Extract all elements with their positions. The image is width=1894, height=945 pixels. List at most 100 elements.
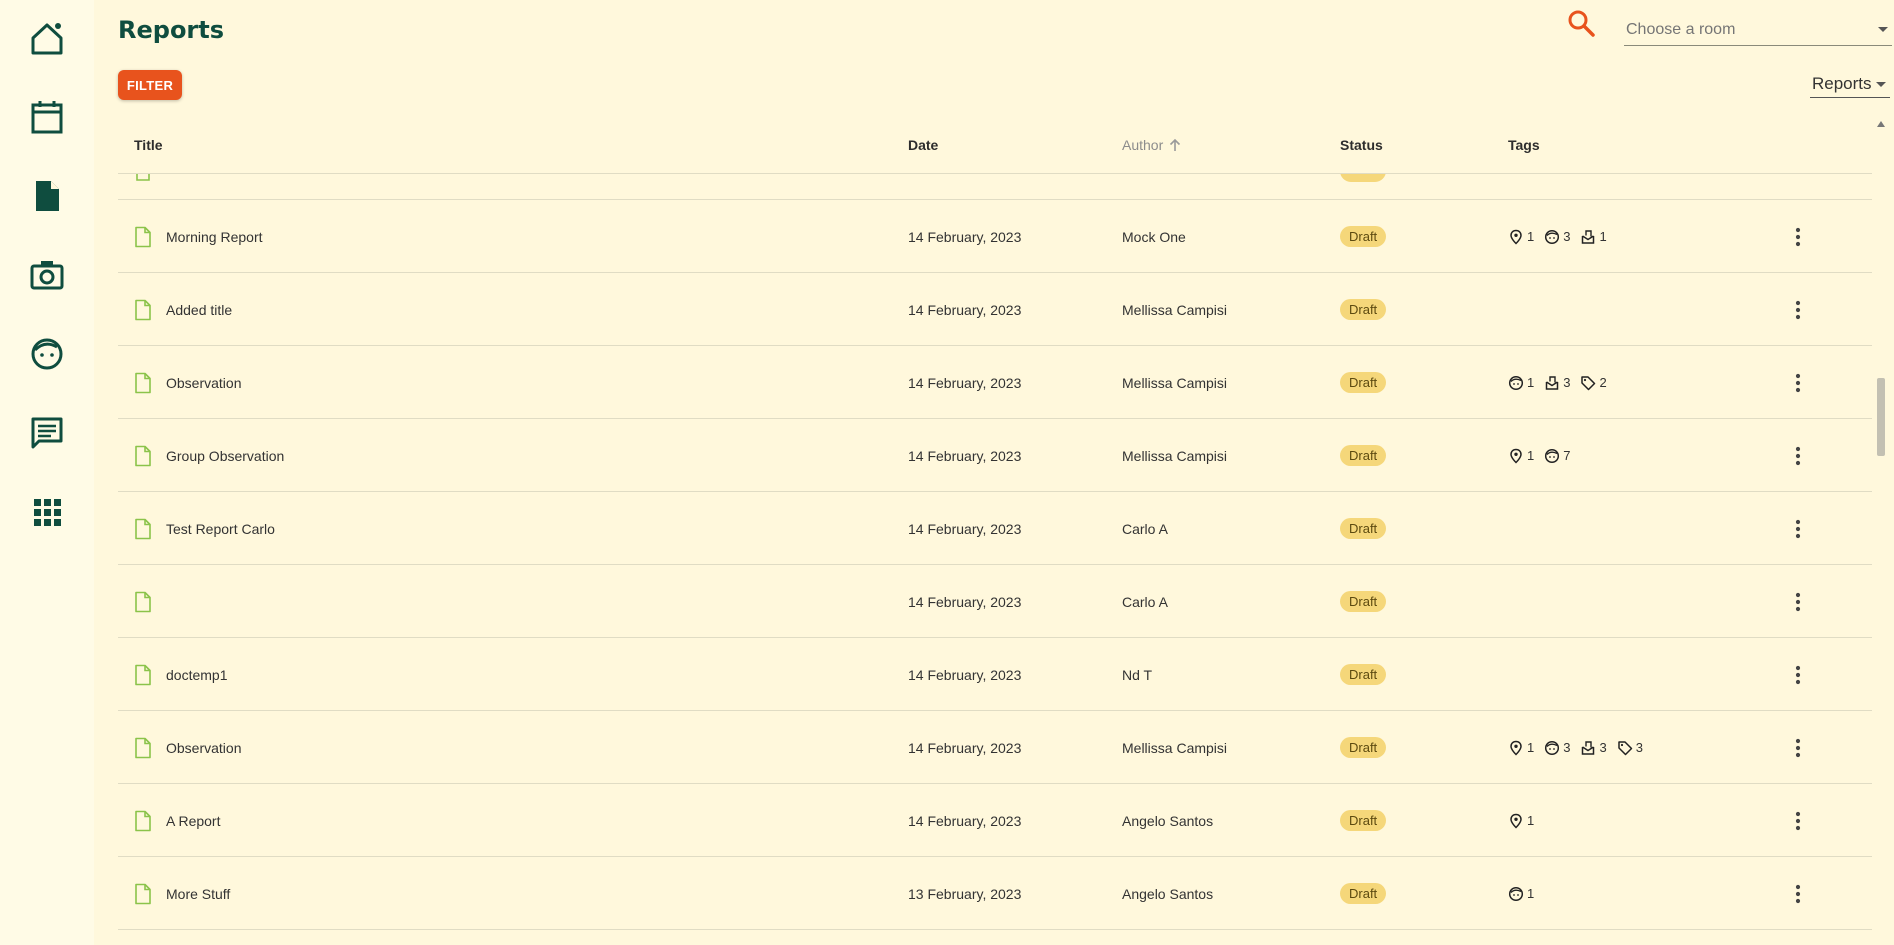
- row-title[interactable]: doctemp1: [166, 638, 227, 711]
- apps-grid-icon: [34, 499, 61, 526]
- row-more-button[interactable]: [1782, 492, 1814, 565]
- scroll-up-arrow-icon[interactable]: [1877, 121, 1885, 127]
- child-icon: [1508, 886, 1524, 901]
- row-more-button[interactable]: [1782, 273, 1814, 346]
- tag-count: 1: [1508, 375, 1534, 391]
- view-select-value: Reports: [1812, 73, 1872, 93]
- tag-count-value: 3: [1563, 229, 1571, 244]
- row-tags: 1: [1508, 857, 1534, 930]
- column-header-title[interactable]: Title: [134, 137, 163, 153]
- tag-count: 3: [1544, 375, 1570, 391]
- table-row[interactable]: Observation 14 February, 2023 Mellissa C…: [118, 346, 1872, 419]
- sidebar-item-children[interactable]: [21, 328, 73, 380]
- sidebar-item-messages[interactable]: [21, 407, 73, 459]
- row-more-button[interactable]: [1782, 857, 1814, 930]
- document-icon: [36, 181, 59, 211]
- row-more-button[interactable]: [1782, 419, 1814, 492]
- row-title[interactable]: Morning Report: [166, 200, 263, 273]
- sidebar: [0, 0, 94, 945]
- row-doc-icon-cell: [134, 857, 152, 930]
- scrollbar[interactable]: [1874, 118, 1888, 945]
- tag-count: 1: [1508, 448, 1534, 464]
- row-author: Carlo A: [1122, 520, 1168, 537]
- sidebar-item-documents[interactable]: [21, 170, 73, 222]
- sidebar-item-apps[interactable]: [21, 486, 73, 538]
- row-more-button[interactable]: [1782, 711, 1814, 784]
- learning-icon: [1582, 229, 1595, 244]
- table-row[interactable]: More Stuff 13 February, 2023 Angelo Sant…: [118, 857, 1872, 930]
- table-row[interactable]: A Report 14 February, 2023 Angelo Santos…: [118, 784, 1872, 857]
- tag-count: 3: [1544, 229, 1570, 245]
- row-date: 14 February, 2023: [908, 520, 1022, 537]
- tag-count-value: 3: [1563, 740, 1571, 755]
- column-header-tags[interactable]: Tags: [1508, 137, 1540, 153]
- status-badge: Draft: [1340, 518, 1387, 539]
- row-title[interactable]: More Stuff: [166, 857, 230, 930]
- row-date: 14 February, 2023: [908, 739, 1022, 756]
- row-title[interactable]: A Report: [166, 784, 220, 857]
- row-more-button[interactable]: [1782, 565, 1814, 638]
- sidebar-item-calendar[interactable]: [21, 91, 73, 143]
- row-more-button[interactable]: [1782, 784, 1814, 857]
- scroll-thumb[interactable]: [1877, 378, 1885, 456]
- table-row-partial[interactable]: [118, 168, 1872, 200]
- row-doc-icon-cell: [134, 346, 152, 419]
- tag-count: 2: [1580, 375, 1607, 391]
- table-header: Title Date Author Status Tags: [118, 118, 1872, 174]
- search-button[interactable]: [1564, 6, 1598, 40]
- tag-count-value: 1: [1527, 813, 1535, 828]
- document-outline-icon: [136, 174, 150, 181]
- status-badge: Draft: [1340, 664, 1387, 685]
- row-title[interactable]: Group Observation: [166, 419, 284, 492]
- row-title[interactable]: Observation: [166, 711, 241, 784]
- table-row[interactable]: Test Report Carlo 14 February, 2023 Carl…: [118, 492, 1872, 565]
- column-header-author[interactable]: Author: [1122, 137, 1181, 153]
- table-row[interactable]: 14 February, 2023 Carlo A Draft: [118, 565, 1872, 638]
- row-tags: 1 3 1: [1508, 200, 1607, 273]
- more-vertical-icon: [1795, 884, 1801, 903]
- row-title[interactable]: Added title: [166, 273, 232, 346]
- row-more-button[interactable]: [1782, 346, 1814, 419]
- camera-icon: [30, 261, 64, 290]
- room-select[interactable]: Choose a room: [1624, 14, 1892, 46]
- row-more-button[interactable]: [1782, 200, 1814, 273]
- chevron-down-icon: [1876, 82, 1886, 87]
- calendar-icon: [31, 101, 63, 134]
- table-row[interactable]: Observation 14 February, 2023 Mellissa C…: [118, 711, 1872, 784]
- column-header-author-label: Author: [1122, 137, 1164, 153]
- more-vertical-icon: [1795, 373, 1801, 392]
- table-row[interactable]: doctemp1 14 February, 2023 Nd T Draft: [118, 638, 1872, 711]
- row-author: Carlo A: [1122, 593, 1168, 610]
- tag-count: 3: [1544, 740, 1570, 756]
- learning-icon: [1545, 375, 1559, 390]
- tag-count-value: 1: [1527, 740, 1535, 755]
- view-select[interactable]: Reports: [1810, 70, 1890, 98]
- status-badge: Draft: [1340, 445, 1387, 466]
- column-header-status[interactable]: Status: [1340, 137, 1383, 153]
- location-icon: [1510, 448, 1522, 464]
- row-author: Mock One: [1122, 228, 1186, 245]
- search-icon: [1568, 10, 1595, 37]
- chevron-down-icon: [1878, 27, 1888, 32]
- sort-ascending-icon: [1170, 138, 1181, 151]
- row-status-cell: Draft: [1340, 419, 1387, 492]
- row-tags: 17: [1508, 419, 1570, 492]
- table-row[interactable]: Added title 14 February, 2023 Mellissa C…: [118, 273, 1872, 346]
- table-row[interactable]: Group Observation 14 February, 2023 Mell…: [118, 419, 1872, 492]
- sidebar-item-home[interactable]: [21, 12, 73, 64]
- child-icon: [1545, 740, 1560, 755]
- filter-button[interactable]: FILTER: [118, 70, 182, 100]
- tag-count-value: 2: [1599, 375, 1607, 390]
- column-header-date[interactable]: Date: [908, 137, 938, 153]
- table-row[interactable]: Morning Report 14 February, 2023 Mock On…: [118, 200, 1872, 273]
- row-more-button[interactable]: [1782, 638, 1814, 711]
- row-title[interactable]: Observation: [166, 346, 241, 419]
- document-outline-icon: [135, 445, 151, 466]
- more-vertical-icon: [1795, 665, 1801, 684]
- row-status-cell: Draft: [1340, 784, 1387, 857]
- status-badge: Draft: [1340, 226, 1387, 247]
- row-status-cell: Draft: [1340, 200, 1387, 273]
- sidebar-item-camera[interactable]: [21, 249, 73, 301]
- row-title[interactable]: Test Report Carlo: [166, 492, 275, 565]
- row-doc-icon-cell: [134, 200, 152, 273]
